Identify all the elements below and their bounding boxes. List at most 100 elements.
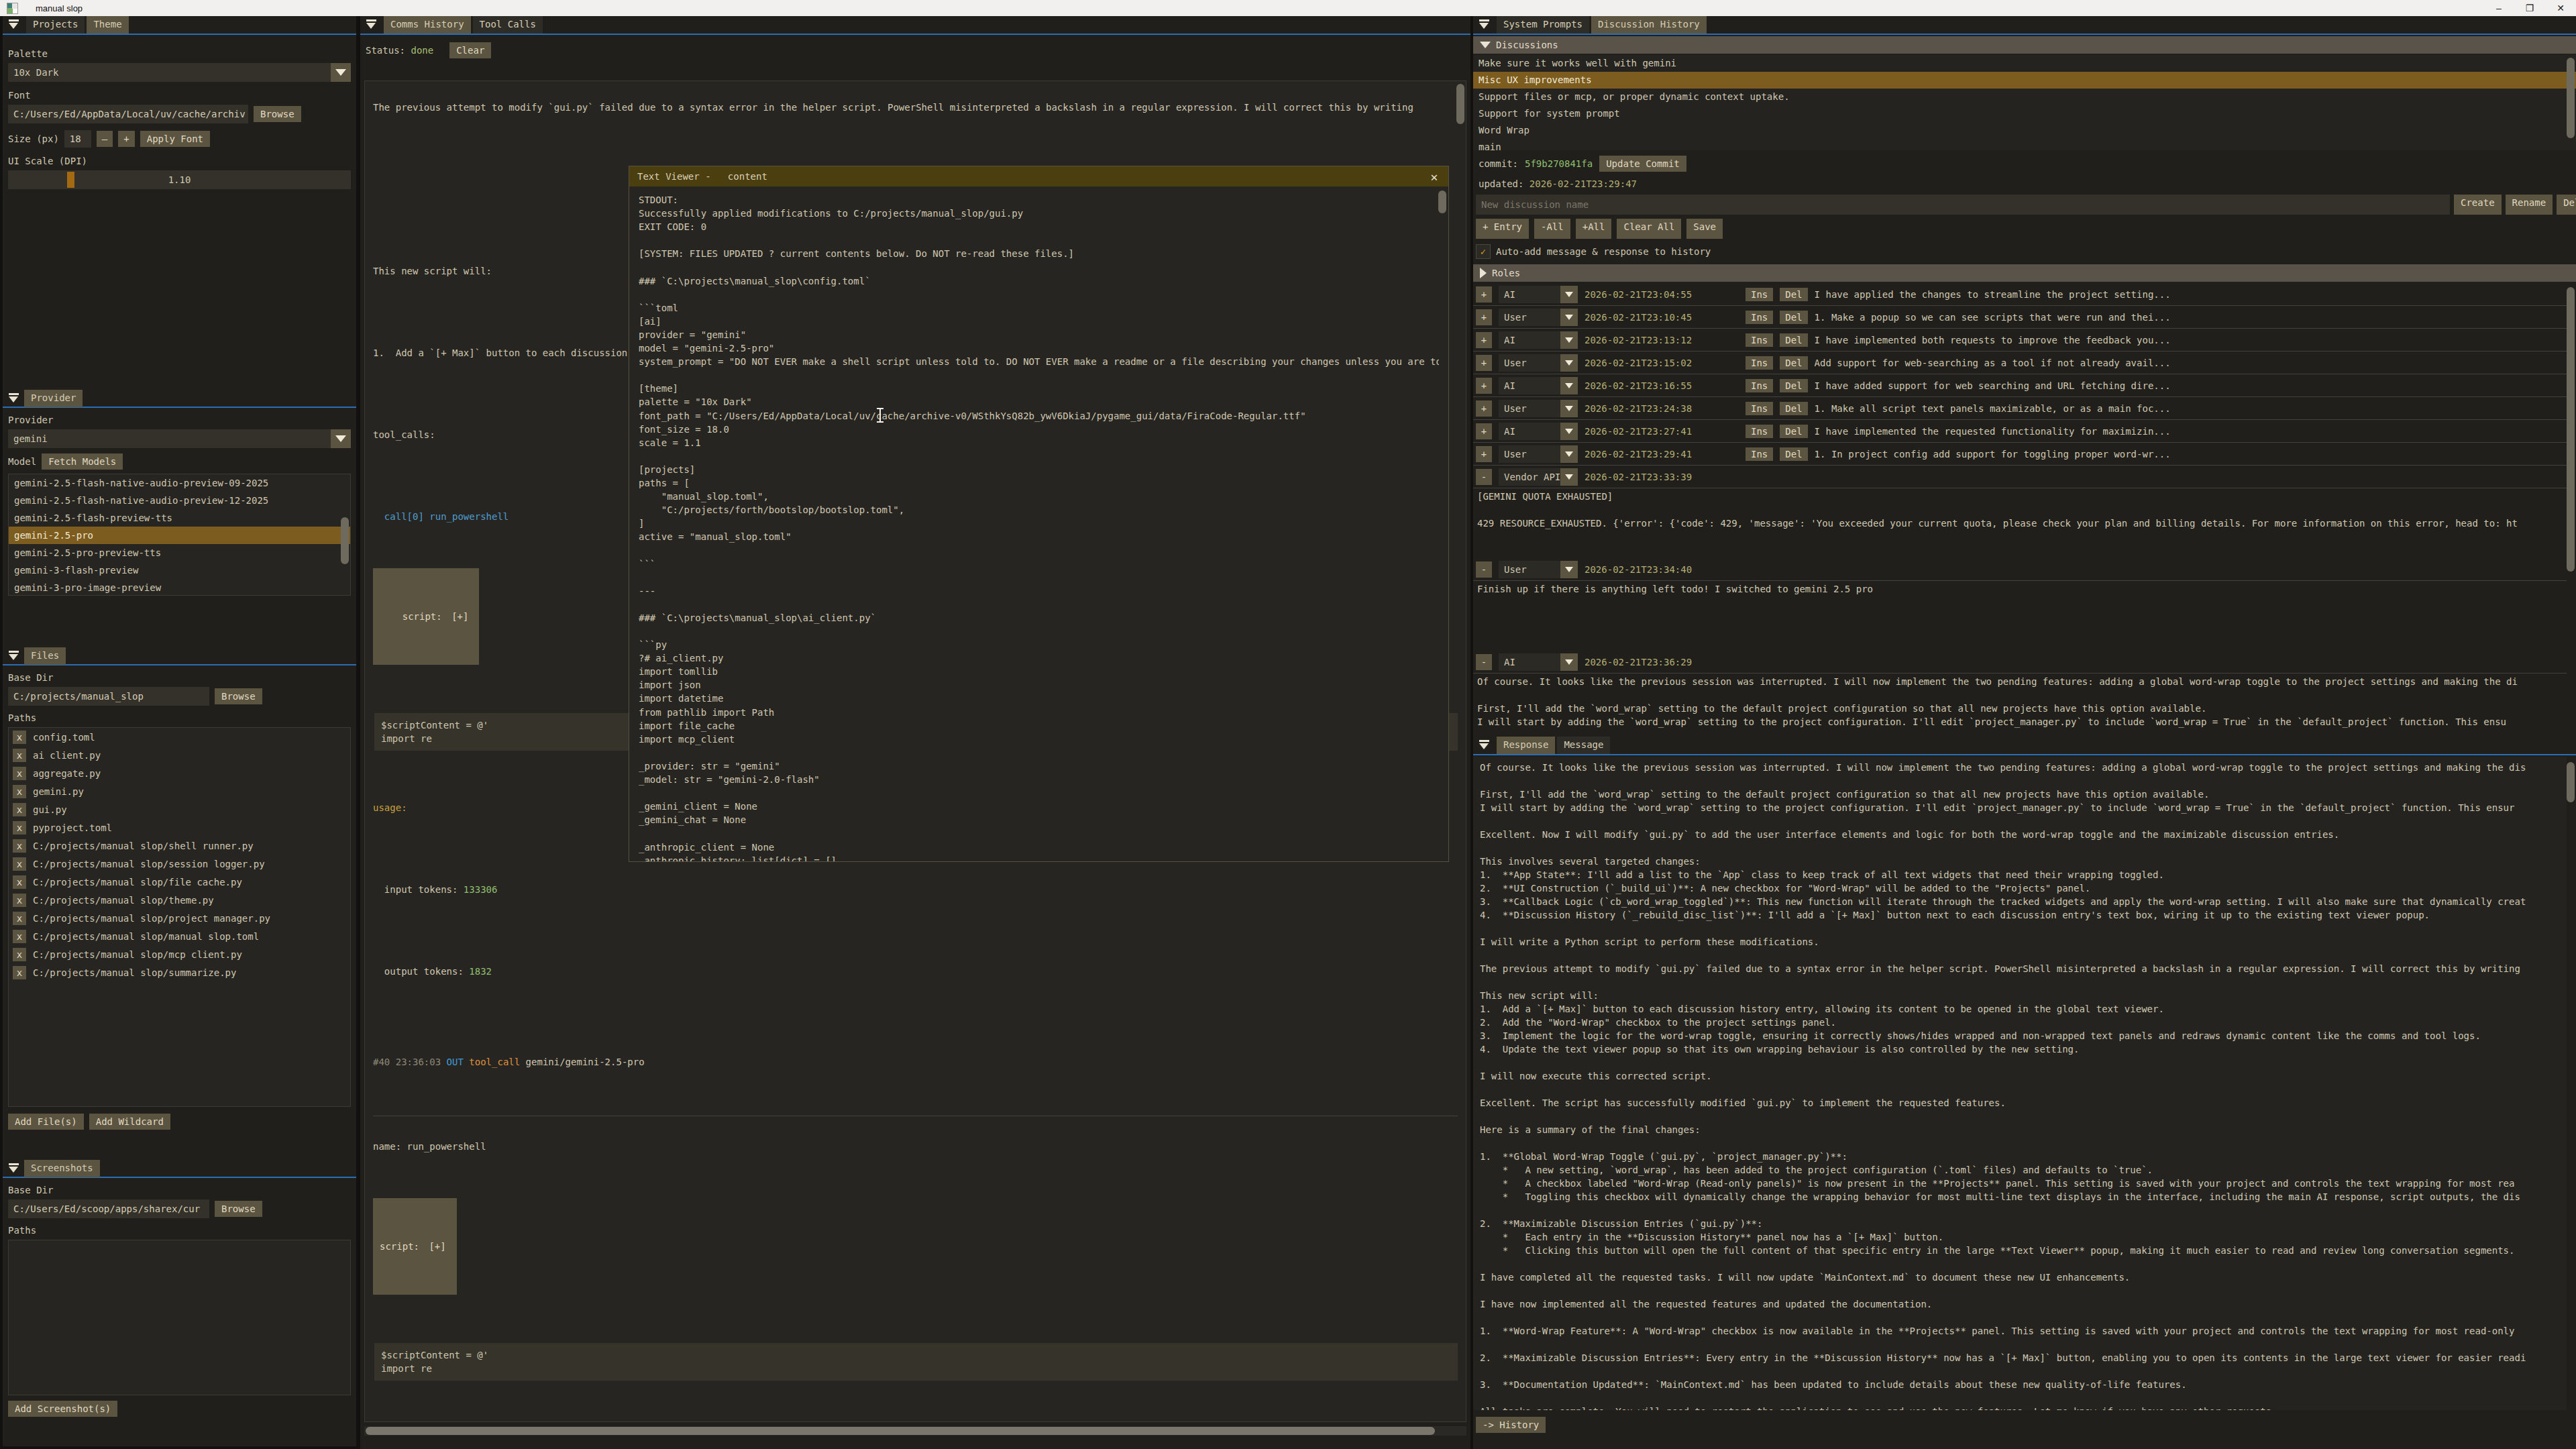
model-list-item[interactable]: gemini-3-flash-preview — [9, 561, 350, 579]
role-select[interactable]: AI — [1499, 653, 1578, 671]
model-list-item[interactable]: gemini-2.5-flash-preview-tts — [9, 509, 350, 527]
chevron-down-icon[interactable] — [1560, 423, 1578, 440]
add-wildcard-button[interactable]: Add Wildcard — [89, 1114, 170, 1130]
maximize-button[interactable]: ❐ — [2514, 0, 2545, 16]
minimize-button[interactable]: – — [2483, 0, 2514, 16]
role-select[interactable]: AI — [1499, 423, 1578, 440]
add-screenshots-button[interactable]: Add Screenshot(s) — [8, 1401, 117, 1417]
discussion-list-item[interactable]: Support files or mcp, or proper dynamic … — [1473, 89, 2576, 105]
role-select[interactable]: User — [1499, 561, 1578, 578]
close-button[interactable]: ✕ — [2545, 0, 2576, 16]
popup-titlebar[interactable]: Text Viewer - content ✕ — [629, 166, 1448, 186]
role-select[interactable]: AI — [1499, 377, 1578, 394]
add-files-button[interactable]: Add File(s) — [8, 1114, 84, 1130]
files-section-header[interactable]: Files — [24, 647, 66, 665]
model-list-item[interactable]: gemini-2.5-flash-native-audio-preview-12… — [9, 492, 350, 509]
font-size-input[interactable]: 18 — [64, 130, 91, 148]
chevron-down-icon[interactable] — [331, 429, 351, 448]
insert-button[interactable]: Ins — [1746, 288, 1773, 301]
font-path-input[interactable]: C:/Users/Ed/AppData/Local/uv/cache/archi… — [8, 105, 248, 123]
delete-entry-button[interactable]: Del — [1780, 288, 1807, 301]
remove-file-button[interactable]: x — [13, 912, 26, 925]
fetch-models-button[interactable]: Fetch Models — [42, 453, 123, 470]
horizontal-scrollbar[interactable] — [364, 1426, 1466, 1436]
screenshots-base-dir-input[interactable]: C:/Users/Ed/scoop/apps/sharex/cur — [8, 1199, 209, 1218]
tab-comms-history[interactable]: Comms History — [384, 16, 471, 34]
remove-file-button[interactable]: x — [13, 894, 26, 907]
scrollbar-thumb[interactable] — [2567, 287, 2575, 572]
chevron-down-icon[interactable] — [1560, 309, 1578, 326]
tab-message[interactable]: Message — [1557, 737, 1610, 754]
expand-toggle-button[interactable]: - — [1476, 469, 1492, 485]
update-commit-button[interactable]: Update Commit — [1599, 156, 1686, 172]
chevron-down-icon[interactable] — [1560, 354, 1578, 372]
expand-toggle-button[interactable]: + — [1476, 423, 1492, 439]
auto-add-checkbox[interactable]: ✓ — [1476, 244, 1491, 259]
chevron-down-icon[interactable] — [331, 63, 351, 82]
collapse-icon[interactable] — [364, 18, 379, 32]
expand-toggle-button[interactable]: - — [1476, 654, 1492, 670]
expand-content-button[interactable]: [+] — [447, 609, 472, 624]
delete-entry-button[interactable]: Del — [1780, 333, 1807, 347]
collapse-icon[interactable] — [7, 1162, 21, 1175]
ui-scale-slider[interactable]: 1.10 — [8, 170, 351, 189]
model-list-item[interactable]: gemini-2.5-pro-preview-tts — [9, 544, 350, 561]
provider-section-header[interactable]: Provider — [24, 390, 83, 407]
remove-file-button[interactable]: x — [13, 966, 26, 979]
create-discussion-button[interactable]: Create — [2454, 195, 2502, 215]
roles-header[interactable]: Roles — [1473, 264, 2576, 282]
insert-button[interactable]: Ins — [1746, 425, 1773, 438]
entry-action-button[interactable]: + Entry — [1476, 219, 1529, 239]
screenshots-section-header[interactable]: Screenshots — [24, 1160, 100, 1177]
delete-entry-button[interactable]: Del — [1780, 379, 1807, 392]
delete-entry-button[interactable]: Del — [1780, 356, 1807, 370]
collapse-icon[interactable] — [7, 649, 21, 663]
entry-action-button[interactable]: -All — [1534, 219, 1570, 239]
tab-theme[interactable]: Theme — [87, 16, 128, 34]
chevron-down-icon[interactable] — [1560, 400, 1578, 417]
remove-file-button[interactable]: x — [13, 767, 26, 780]
insert-button[interactable]: Ins — [1746, 379, 1773, 392]
collapse-icon[interactable] — [1477, 18, 1492, 32]
remove-file-button[interactable]: x — [13, 948, 26, 961]
scrollbar-thumb[interactable] — [1456, 84, 1464, 124]
remove-file-button[interactable]: x — [13, 749, 26, 762]
tab-tool-calls[interactable]: Tool Calls — [473, 16, 543, 34]
delete-entry-button[interactable]: Del — [1780, 425, 1807, 438]
remove-file-button[interactable]: x — [13, 839, 26, 853]
scrollbar-thumb[interactable] — [341, 517, 349, 564]
remove-file-button[interactable]: x — [13, 821, 26, 835]
insert-button[interactable]: Ins — [1746, 333, 1773, 347]
discussions-header[interactable]: Discussions — [1473, 36, 2576, 54]
close-icon[interactable]: ✕ — [1420, 166, 1448, 186]
entry-action-button[interactable]: Save — [1686, 219, 1723, 239]
rename-discussion-button[interactable]: Rename — [2506, 195, 2553, 215]
chevron-down-icon[interactable] — [1560, 468, 1578, 486]
expand-toggle-button[interactable]: + — [1476, 286, 1492, 303]
collapse-icon[interactable] — [1477, 739, 1492, 752]
files-browse-button[interactable]: Browse — [215, 688, 262, 704]
entry-action-button[interactable]: Clear All — [1617, 219, 1681, 239]
expand-toggle-button[interactable]: + — [1476, 400, 1492, 417]
chevron-down-icon[interactable] — [1560, 377, 1578, 394]
scrollbar-thumb[interactable] — [2567, 762, 2575, 802]
expand-toggle-button[interactable]: + — [1476, 446, 1492, 462]
chevron-down-icon[interactable] — [1560, 561, 1578, 578]
entry-action-button[interactable]: +All — [1576, 219, 1612, 239]
collapse-icon[interactable] — [7, 18, 21, 32]
files-base-dir-input[interactable]: C:/projects/manual_slop — [8, 687, 209, 706]
model-list-item[interactable]: gemini-3-pro-image-preview — [9, 579, 350, 596]
provider-select[interactable]: gemini — [8, 429, 351, 448]
font-browse-button[interactable]: Browse — [254, 106, 301, 122]
expand-toggle-button[interactable]: - — [1476, 561, 1492, 578]
role-select[interactable]: User — [1499, 309, 1578, 326]
remove-file-button[interactable]: x — [13, 785, 26, 798]
discussion-list-item[interactable]: main — [1473, 139, 2576, 150]
delete-entry-button[interactable]: Del — [1780, 311, 1807, 324]
chevron-down-icon[interactable] — [1560, 286, 1578, 303]
discussion-list-item[interactable]: Word Wrap — [1473, 122, 2576, 139]
expand-content-button[interactable]: [+] — [425, 1239, 449, 1254]
remove-file-button[interactable]: x — [13, 731, 26, 744]
tab-response[interactable]: Response — [1497, 737, 1555, 754]
expand-toggle-button[interactable]: + — [1476, 378, 1492, 394]
